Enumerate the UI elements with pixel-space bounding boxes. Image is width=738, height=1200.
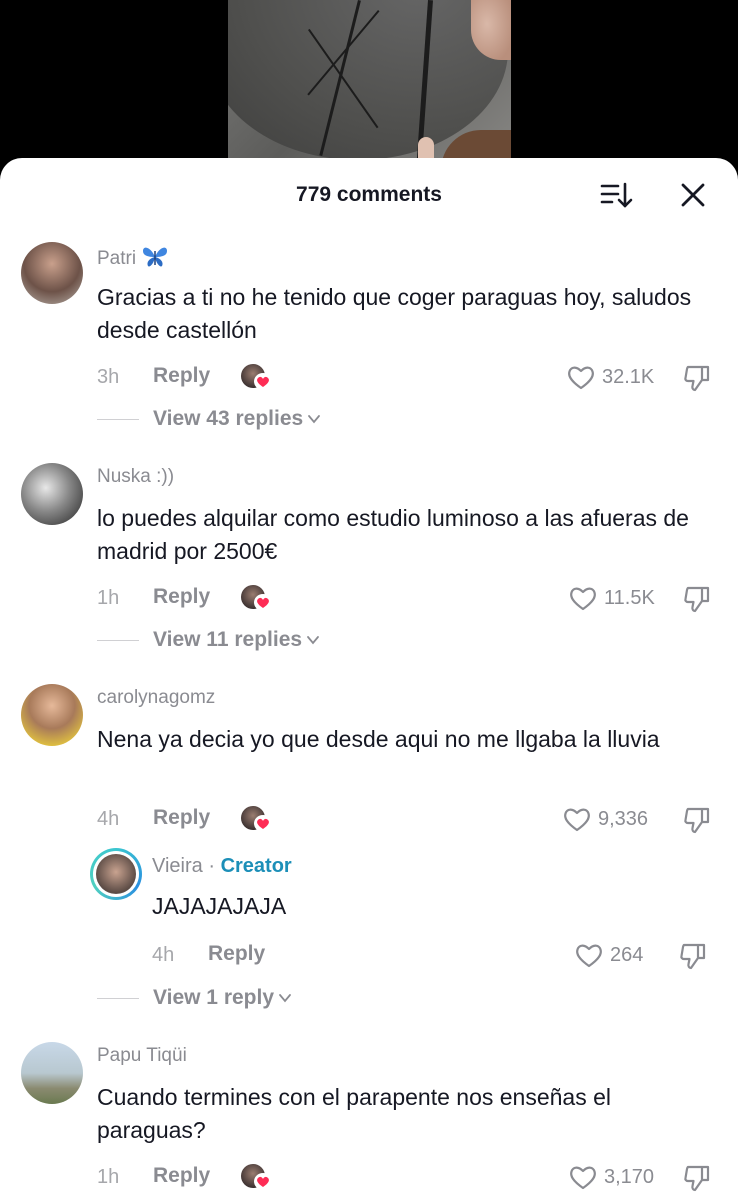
comment-text: Gracias a ti no he tenido que coger para… (97, 284, 692, 343)
creator-liked-badge (241, 1164, 272, 1190)
comment-time: 3h (97, 366, 120, 388)
like-button[interactable]: 264 (574, 940, 643, 970)
heart-outline-icon (564, 808, 590, 832)
comment-time: 1h (97, 587, 120, 609)
like-count: 11.5K (604, 586, 655, 609)
creator-liked-badge (241, 585, 272, 611)
creator-badge: Creator (220, 855, 292, 877)
view-replies-button[interactable]: View 43 replies (97, 407, 321, 431)
chevron-down-icon (308, 415, 321, 424)
comment-time: 1h (97, 1166, 120, 1188)
reply-button[interactable]: Reply (153, 806, 210, 830)
butterfly-icon (143, 247, 168, 267)
heart-outline-icon (570, 1166, 596, 1190)
view-replies-button[interactable]: View 1 reply (97, 986, 292, 1010)
dislike-button[interactable] (682, 584, 712, 614)
heart-icon (257, 597, 269, 608)
thumbs-down-icon (684, 586, 710, 613)
like-count: 3,170 (604, 1165, 655, 1188)
comments-header: 779 comments (0, 158, 738, 232)
like-button[interactable]: 9,336 (562, 804, 648, 834)
like-button[interactable]: 3,170 (568, 1162, 654, 1192)
sort-icon (600, 182, 633, 208)
comment-author[interactable]: Nuska :)) (97, 466, 174, 488)
avatar[interactable] (21, 463, 83, 525)
comment-author[interactable]: Papu Tiqüi (97, 1045, 187, 1067)
heart-icon (257, 818, 269, 829)
chevron-down-icon (307, 636, 319, 645)
heart-icon (257, 376, 269, 387)
comment-text: Nena ya decia yo que desde aqui no me ll… (97, 726, 660, 752)
comment-time: 4h (97, 808, 120, 830)
thumbs-down-icon (684, 1165, 710, 1192)
reply-button[interactable]: Reply (153, 364, 210, 388)
creator-liked-badge (241, 364, 272, 390)
close-icon (681, 183, 705, 207)
comment-author[interactable]: Patri (97, 245, 169, 270)
comment-text: Cuando termines con el parapente nos ens… (97, 1084, 612, 1143)
avatar[interactable] (21, 1042, 83, 1104)
view-replies-button[interactable]: View 11 replies (97, 628, 320, 652)
comment-text: lo puedes alquilar como estudio luminoso… (97, 505, 689, 564)
chevron-down-icon (279, 994, 291, 1003)
reply-author[interactable]: Vieira · Creator (152, 855, 292, 878)
heart-icon (257, 1176, 269, 1187)
reply-button[interactable]: Reply (153, 585, 210, 609)
like-button[interactable]: 11.5K (568, 583, 655, 613)
comment-author[interactable]: carolynagomz (97, 687, 215, 709)
close-button[interactable] (678, 180, 708, 210)
avatar[interactable] (21, 684, 83, 746)
video-preview[interactable] (228, 0, 511, 175)
like-count: 9,336 (598, 807, 649, 830)
reply-button[interactable]: Reply (153, 1164, 210, 1188)
thumbs-down-icon (680, 943, 706, 970)
thumbs-down-icon (684, 365, 710, 392)
like-count: 264 (610, 943, 644, 966)
heart-outline-icon (576, 944, 602, 968)
sort-button[interactable] (600, 180, 634, 210)
comments-sheet: 779 comments Patri Gracias a ti no he te… (0, 158, 738, 1200)
avatar[interactable] (21, 242, 83, 304)
dislike-button[interactable] (682, 805, 712, 835)
reply-button[interactable]: Reply (208, 942, 265, 966)
dislike-button[interactable] (682, 1163, 712, 1193)
thumbs-down-icon (684, 807, 710, 834)
creator-liked-badge (241, 806, 272, 832)
dislike-button[interactable] (678, 941, 708, 971)
dislike-button[interactable] (682, 363, 712, 393)
reply-text: JAJAJAJAJA (152, 893, 287, 919)
heart-outline-icon (570, 587, 596, 611)
like-button[interactable]: 32.1K (566, 362, 654, 392)
heart-outline-icon (568, 366, 594, 390)
like-count: 32.1K (602, 365, 655, 388)
reply-time: 4h (152, 944, 175, 966)
creator-avatar[interactable] (90, 848, 142, 900)
